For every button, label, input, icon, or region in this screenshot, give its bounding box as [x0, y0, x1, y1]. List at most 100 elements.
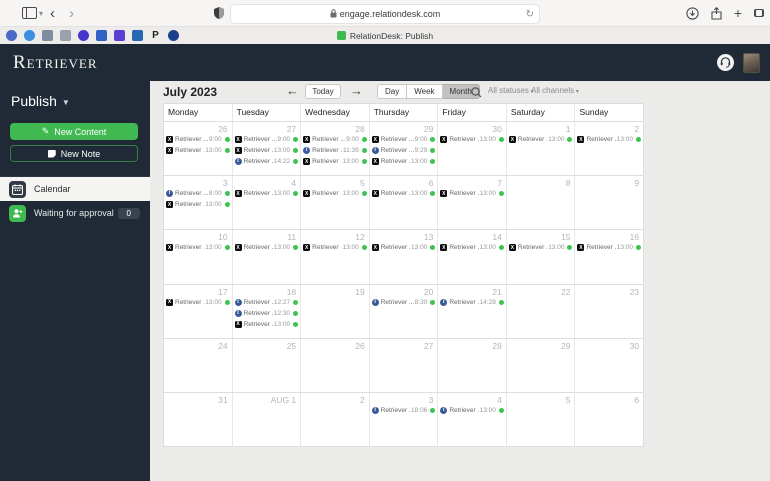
calendar-event[interactable]: f Retriever ... 8:00	[166, 189, 230, 198]
calendar-day-cell[interactable]: 4XRetriever ...13:00	[233, 176, 302, 230]
calendar-event[interactable]: XRetriever ...13:00	[577, 243, 642, 252]
calendar-day-cell[interactable]: 27XRetriever ...9:00XRetriever ...13:00f…	[233, 122, 302, 176]
forward-button[interactable]: ›	[62, 6, 81, 21]
calendar-day-cell[interactable]: 28	[438, 338, 507, 392]
calendar-event[interactable]: XRetriever ...13:00	[234, 320, 299, 329]
view-day-button[interactable]: Day	[377, 84, 408, 99]
calendar-event[interactable]: XRetriever ...13:00	[166, 243, 230, 252]
calendar-event[interactable]: f Retriever ... 8:30	[371, 298, 436, 307]
view-week-button[interactable]: Week	[407, 84, 443, 99]
calendar-day-cell[interactable]: 20 f Retriever ... 8:30	[370, 284, 439, 338]
calendar-day-cell[interactable]: 9	[575, 176, 643, 229]
calendar-day-cell[interactable]: 27	[370, 338, 439, 392]
calendar-event[interactable]: f Retriever ... 9:29	[371, 146, 436, 155]
calendar-event[interactable]: XRetriever ...13:00	[234, 189, 299, 198]
today-button[interactable]: Today	[305, 84, 341, 99]
calendar-day-cell[interactable]: 6XRetriever ...13:00	[370, 176, 439, 230]
calendar-day-cell[interactable]: 25	[233, 338, 302, 392]
calendar-day-cell[interactable]: 18fRetriever ...12:27fRetriever ...12:30…	[233, 284, 302, 338]
calendar-day-cell[interactable]: 10XRetriever ...13:00	[164, 230, 233, 284]
calendar-event[interactable]: X Retriever ... 9:00	[234, 135, 299, 144]
calendar-day-cell[interactable]: 3fRetriever ...18:06	[370, 392, 439, 447]
calendar-day-cell[interactable]: 24	[164, 338, 233, 392]
calendar-event[interactable]: fRetriever ...14:22	[234, 157, 299, 166]
calendar-day-cell[interactable]: 2XRetriever ...13:00	[575, 122, 643, 175]
user-avatar[interactable]	[743, 52, 760, 73]
calendar-event[interactable]: XRetriever ...13:00	[440, 189, 504, 198]
calendar-event[interactable]: XRetriever ...13:00	[166, 146, 230, 155]
tab-overview-icon[interactable]	[754, 9, 764, 17]
calendar-day-cell[interactable]: 19	[301, 284, 370, 338]
calendar-event[interactable]: XRetriever ...13:00	[371, 189, 436, 198]
calendar-event[interactable]: XRetriever ...13:00	[234, 243, 299, 252]
calendar-day-cell[interactable]: 29	[507, 338, 576, 392]
calendar-day-cell[interactable]: 8	[507, 176, 576, 230]
calendar-day-cell[interactable]: 3fRetriever ...8:00XRetriever ...13:00	[164, 176, 233, 230]
calendar-event[interactable]: X Retriever ... 9:00	[166, 135, 230, 144]
calendar-day-cell[interactable]: 30XRetriever ...13:00	[438, 122, 507, 176]
calendar-day-cell[interactable]: 13XRetriever ...13:00	[370, 230, 439, 284]
new-tab-icon[interactable]: +	[734, 5, 742, 21]
calendar-day-cell[interactable]: 6	[575, 393, 643, 446]
back-button[interactable]: ‹	[43, 6, 62, 21]
calendar-day-cell[interactable]: 30	[575, 339, 643, 392]
shield-icon[interactable]	[214, 7, 224, 19]
calendar-event[interactable]: XRetriever ...13:00	[303, 189, 367, 198]
sidebar-item-calendar[interactable]: Calendar	[0, 177, 150, 201]
calendar-event[interactable]: XRetriever ...13:00	[371, 157, 436, 166]
calendar-event[interactable]: XRetriever ...13:00	[577, 135, 642, 144]
share-icon[interactable]	[711, 6, 722, 20]
calendar-event[interactable]: XRetriever ...13:00	[166, 200, 230, 209]
calendar-event[interactable]: XRetriever ...13:00	[371, 243, 436, 252]
calendar-event[interactable]: XRetriever ...13:00	[508, 243, 573, 252]
calendar-day-cell[interactable]: 29 X Retriever ... 9:00 f Retriever ... 9:29 X R…	[370, 122, 439, 176]
next-month-arrow[interactable]: →	[350, 83, 363, 98]
downloads-icon[interactable]	[686, 6, 699, 20]
calendar-event[interactable]: fRetriever ...18:06	[371, 406, 436, 415]
calendar-day-cell[interactable]: 23	[575, 285, 643, 338]
calendar-event[interactable]: fRetriever ...12:30	[234, 309, 299, 318]
calendar-day-cell[interactable]: 26XRetriever ...9:00XRetriever ...13:00	[164, 122, 233, 176]
url-bar[interactable]: engage.relationdesk.com ↻	[230, 4, 540, 24]
calendar-day-cell[interactable]: 14XRetriever ...13:00	[438, 230, 507, 284]
calendar-day-cell[interactable]: 5XRetriever ...13:00	[301, 176, 370, 230]
sidebar-item-waiting-for-approval[interactable]: Waiting for approval 0	[0, 201, 150, 225]
calendar-event[interactable]: X Retriever ... 9:00	[371, 135, 436, 144]
calendar-event[interactable]: XRetriever ...13:00	[440, 135, 504, 144]
calendar-day-cell[interactable]: 31	[164, 392, 233, 447]
calendar-day-cell[interactable]: 22	[507, 284, 576, 338]
calendar-day-cell[interactable]: 21fRetriever ...14:28	[438, 284, 507, 338]
refresh-icon[interactable]: ↻	[526, 9, 534, 20]
calendar-event[interactable]: fRetriever ...13:00	[440, 406, 504, 415]
support-icon[interactable]	[717, 54, 734, 71]
calendar-event[interactable]: XRetriever ...13:00	[303, 243, 367, 252]
calendar-event[interactable]: XRetriever ...13:00	[508, 135, 573, 144]
calendar-day-cell[interactable]: 4fRetriever ...13:00	[438, 392, 507, 447]
calendar-day-cell[interactable]: 15XRetriever ...13:00	[507, 230, 576, 284]
calendar-day-cell[interactable]: 28XRetriever ...9:00fRetriever ...11:39X…	[301, 122, 370, 176]
channels-filter[interactable]: All channels ▾	[531, 86, 579, 95]
new-note-button[interactable]: New Note	[10, 145, 138, 162]
calendar-event[interactable]: XRetriever ...13:00	[166, 298, 230, 307]
calendar-event[interactable]: XRetriever ...13:00	[303, 157, 367, 166]
calendar-event[interactable]: fRetriever ...12:27	[234, 298, 299, 307]
calendar-event[interactable]: fRetriever ...11:39	[303, 146, 367, 155]
calendar-day-cell[interactable]: 2	[301, 392, 370, 447]
calendar-day-cell[interactable]: 5	[507, 392, 576, 447]
prev-month-arrow[interactable]: ←	[286, 83, 299, 98]
calendar-day-cell[interactable]: 12XRetriever ...13:00	[301, 230, 370, 284]
calendar-day-cell[interactable]: 1XRetriever ...13:00	[507, 122, 576, 176]
calendar-day-cell[interactable]: 17XRetriever ...13:00	[164, 284, 233, 338]
calendar-event[interactable]: XRetriever ...13:00	[234, 146, 299, 155]
statuses-filter[interactable]: All statuses ▾	[488, 86, 534, 95]
sidebar-toggle-icon[interactable]	[22, 7, 37, 19]
calendar-day-cell[interactable]: 26	[301, 338, 370, 392]
calendar-day-cell[interactable]: 11XRetriever ...13:00	[233, 230, 302, 284]
search-icon[interactable]	[471, 85, 482, 103]
calendar-event[interactable]: XRetriever ...13:00	[440, 243, 504, 252]
active-tab[interactable]: RelationDesk: Publish	[0, 27, 770, 44]
publish-menu[interactable]: Publish ▼	[11, 93, 150, 109]
new-content-button[interactable]: ✎ New Content	[10, 123, 138, 140]
calendar-day-cell[interactable]: AUG 1	[233, 392, 302, 447]
calendar-event[interactable]: fRetriever ...14:28	[440, 298, 504, 307]
